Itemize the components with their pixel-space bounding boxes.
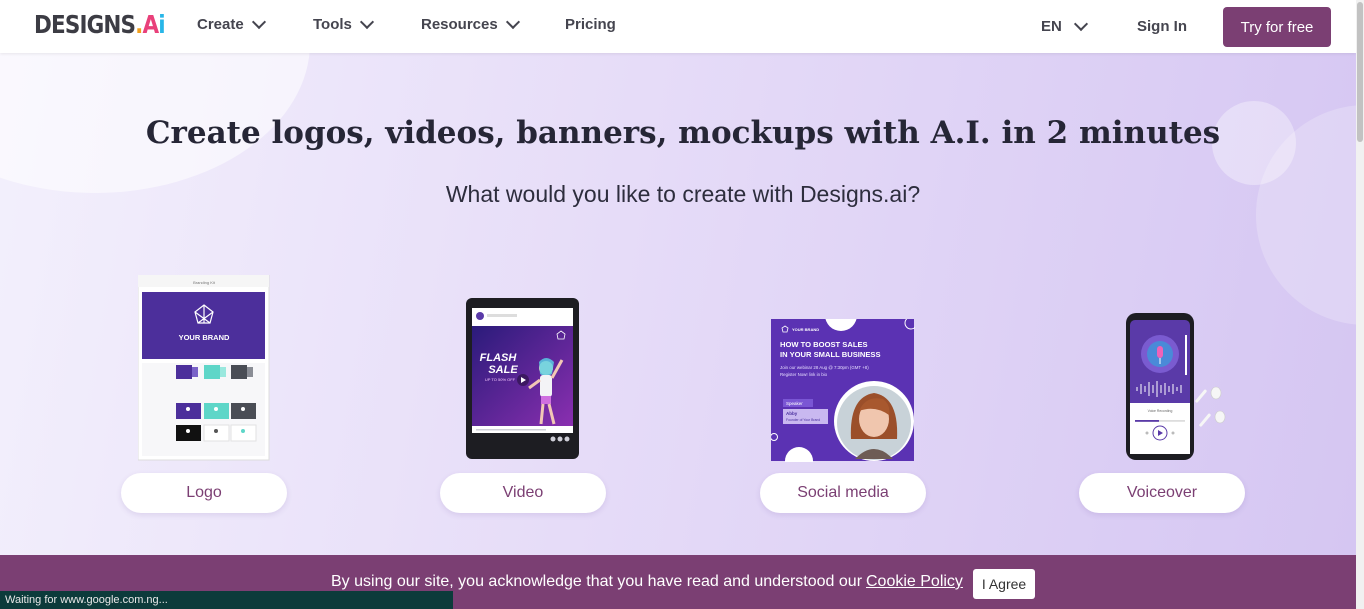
logo-i: i [158,10,165,39]
post-brand: YOUR BRAND [792,327,819,332]
video-tablet-illustration[interactable]: FLASH SALE UP TO 50% OFF [466,298,580,460]
mockup-title: Branding Kit [193,280,216,285]
voiceover-phone-illustration[interactable]: Voice Recording [1125,313,1231,463]
microphone-icon [1157,346,1163,358]
language-label: EN [1041,18,1062,35]
nav-create[interactable]: Create [197,14,266,33]
logo-mockup-illustration[interactable]: Branding Kit YOUR BRAND [138,275,270,461]
sale-text: SALE [488,364,518,376]
nav-create-label: Create [197,16,244,33]
hero-section: Create logos, videos, banners, mockups w… [0,53,1356,555]
post-body-1: Join our webinar 28 Aug @ 7:30pm (GMT +8… [780,365,869,370]
speaker-name: Abby [786,411,798,416]
nav-pricing[interactable]: Pricing [565,16,616,33]
logo-wordmark: DESIGNS [34,10,136,39]
designs-ai-logo[interactable]: DESIGNS.Ai [34,10,166,39]
nav-tools[interactable]: Tools [313,14,374,33]
scrollbar-thumb[interactable] [1357,2,1363,142]
hero-headline: Create logos, videos, banners, mockups w… [145,115,1221,151]
card-social-media-button[interactable]: Social media [760,473,926,513]
cookie-message: By using our site, you acknowledge that … [331,573,863,590]
logo-dot: . [135,10,143,39]
post-headline-2: IN YOUR SMALL BUSINESS [780,350,881,359]
recording-status: Voice Recording [1148,409,1173,413]
offer-text: UP TO 50% OFF [485,377,516,382]
flash-text: FLASH [480,352,518,364]
chevron-down-icon [505,14,520,30]
logo-a: A [142,10,159,39]
nav-resources[interactable]: Resources [421,14,520,33]
card-logo-button[interactable]: Logo [121,473,287,513]
try-for-free-button[interactable]: Try for free [1223,7,1331,47]
cookie-policy-link[interactable]: Cookie Policy [866,573,963,591]
earbuds [1195,386,1226,427]
social-media-post-illustration[interactable]: YOUR BRAND HOW TO BOOST SALES IN YOUR SM… [771,319,915,462]
card-video-button[interactable]: Video [440,473,606,513]
chevron-down-icon [359,14,374,30]
speaker-label: Speaker [786,401,803,406]
brand-name: YOUR BRAND [179,333,230,342]
chevron-down-icon [1073,16,1088,32]
browser-status-bar: Waiting for www.google.com.ng... [0,591,453,609]
language-selector[interactable]: EN [1041,16,1088,35]
sign-in-label: Sign In [1137,18,1187,35]
agree-button[interactable]: I Agree [973,569,1035,599]
sign-in-link[interactable]: Sign In [1137,18,1187,35]
post-headline-1: HOW TO BOOST SALES [780,340,868,349]
post-body-2: Register Now! link in bio [780,372,828,377]
hero-subheadline: What would you like to create with Desig… [445,181,921,207]
avatar [476,312,484,320]
nav-tools-label: Tools [313,16,352,33]
nav-resources-label: Resources [421,16,498,33]
speaker-role: Founder of Your Brand [786,418,820,422]
top-navigation-bar: DESIGNS.Ai Create Tools Resources Pricin… [0,0,1356,53]
nav-pricing-label: Pricing [565,16,616,33]
card-voiceover-button[interactable]: Voiceover [1079,473,1245,513]
chevron-down-icon [251,14,266,30]
page-scrollbar[interactable] [1356,0,1364,609]
